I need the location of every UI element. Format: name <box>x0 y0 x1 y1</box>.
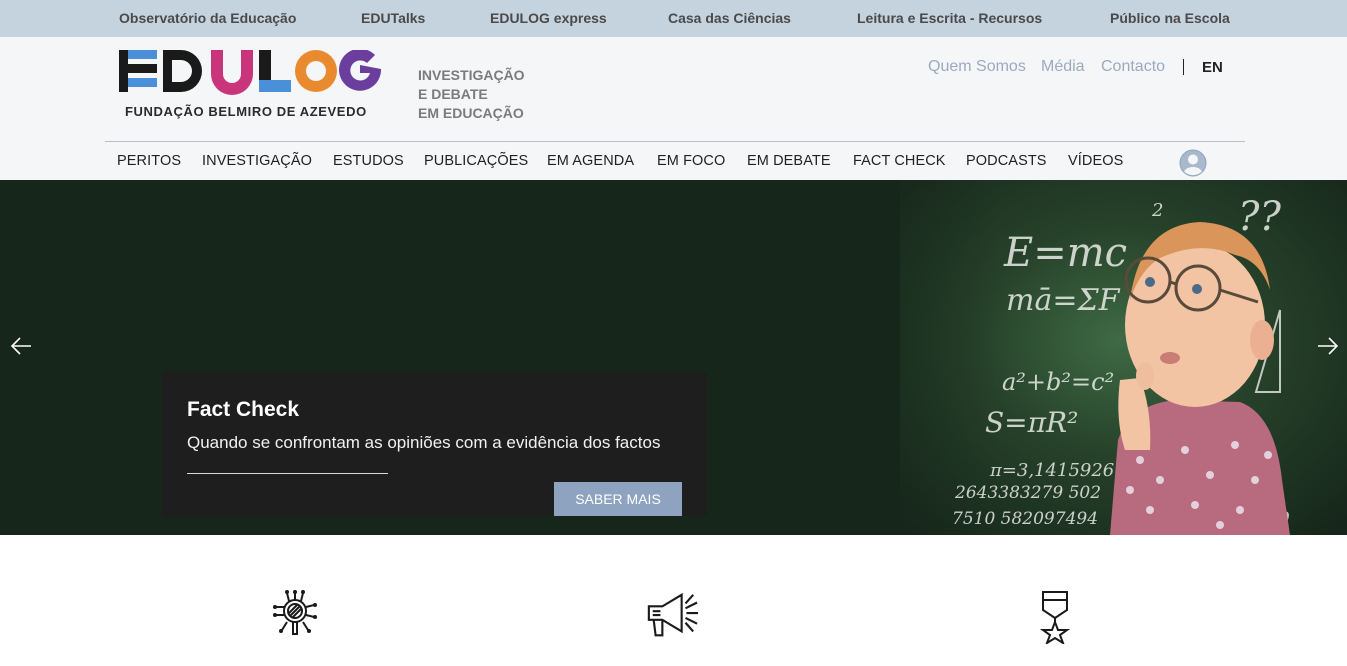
arrow-left-icon[interactable] <box>9 336 33 356</box>
tagline-line-2: E DEBATE <box>418 86 488 102</box>
logo-subtitle: FUNDAÇÃO BELMIRO DE AZEVEDO <box>125 104 367 119</box>
site-header: FUNDAÇÃO BELMIRO DE AZEVEDO INVESTIGAÇÃO… <box>0 37 1347 180</box>
top-links-bar: Observatório da Educação EDUTalks EDULOG… <box>0 0 1347 37</box>
user-circle-icon[interactable] <box>1179 149 1207 177</box>
topbar-link-observatorio[interactable]: Observatório da Educação <box>119 10 296 26</box>
nav-item-videos[interactable]: VÍDEOS <box>1068 153 1123 169</box>
link-quem-somos[interactable]: Quem Somos <box>928 58 1026 76</box>
utility-separator <box>1183 59 1184 75</box>
site-tagline: INVESTIGAÇÃO E DEBATE EM EDUCAÇÃO <box>418 66 525 123</box>
nav-item-podcasts[interactable]: PODCASTS <box>966 153 1047 169</box>
saber-mais-button[interactable]: SABER MAIS <box>554 482 682 516</box>
header-divider <box>105 141 1245 142</box>
nav-item-em-debate[interactable]: EM DEBATE <box>747 153 831 169</box>
tagline-line-1: INVESTIGAÇÃO <box>418 67 525 83</box>
arrow-right-icon[interactable] <box>1316 336 1340 356</box>
nav-item-em-agenda[interactable]: EM AGENDA <box>547 153 634 169</box>
topbar-link-edulog-express[interactable]: EDULOG express <box>490 10 607 26</box>
tagline-line-3: EM EDUCAÇÃO <box>418 105 524 121</box>
topbar-link-leitura-escrita[interactable]: Leitura e Escrita - Recursos <box>857 10 1042 26</box>
link-media[interactable]: Média <box>1041 58 1085 76</box>
megaphone-icon <box>647 592 699 637</box>
nav-item-em-foco[interactable]: EM FOCO <box>657 153 725 169</box>
topbar-link-edutalks[interactable]: EDUTalks <box>361 10 425 26</box>
chalk-digits-2: 7510 582097494 <box>952 509 1098 529</box>
nav-item-investigacao[interactable]: INVESTIGAÇÃO <box>202 153 312 169</box>
nav-item-estudos[interactable]: ESTUDOS <box>333 153 404 169</box>
chalk-formula-force: mā=ΣF <box>1006 283 1121 318</box>
nav-item-fact-check[interactable]: FACT CHECK <box>853 153 946 169</box>
chalk-question-marks: ?? <box>1238 194 1281 240</box>
hero-title: Fact Check <box>187 398 300 421</box>
link-contacto[interactable]: Contacto <box>1101 58 1165 76</box>
research-magnifier-circuit-icon <box>273 590 317 635</box>
hero-carousel: E=mc 2 ?? mā=ΣF a²+b²=c² S=πR² π=3,14159… <box>0 180 1347 535</box>
chalk-superscript: 2 <box>1151 200 1163 221</box>
hero-text: Quando se confrontam as opiniões com a e… <box>187 433 661 452</box>
hero-caption-divider <box>187 473 388 474</box>
nav-item-peritos[interactable]: PERITOS <box>117 153 181 169</box>
chalk-formula-emc: E=mc <box>1003 230 1127 276</box>
boy-figure <box>1110 222 1290 535</box>
chalk-formula-pi: π=3,1415926 <box>989 460 1114 481</box>
topbar-link-publico-na-escola[interactable]: Público na Escola <box>1110 10 1230 26</box>
chalk-digits-1: 2643383279 502 <box>954 483 1101 503</box>
chalk-formula-pythagoras: a²+b²=c² <box>1002 368 1114 396</box>
nav-item-publicacoes[interactable]: PUBLICAÇÕES <box>424 153 528 169</box>
language-switch-en[interactable]: EN <box>1202 59 1223 76</box>
hero-caption-box: Fact Check Quando se confrontam as opini… <box>162 372 707 516</box>
topbar-link-casa-das-ciencias[interactable]: Casa das Ciências <box>668 10 791 26</box>
chalk-formula-area: S=πR² <box>985 406 1078 439</box>
medal-star-icon <box>1039 591 1071 644</box>
